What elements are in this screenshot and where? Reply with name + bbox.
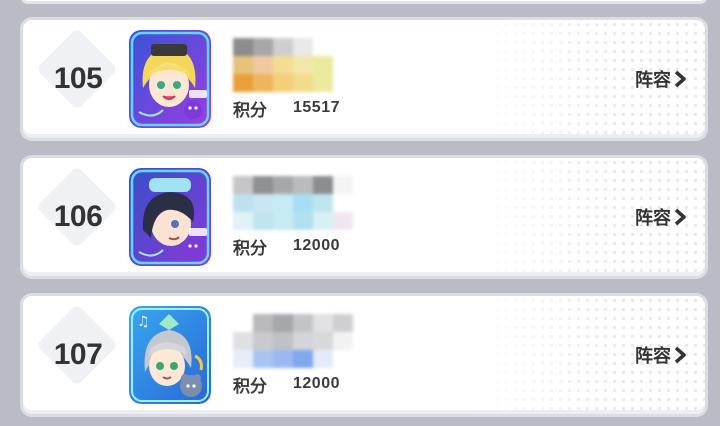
score-label: 积分 [233,239,267,259]
mosaic-cell [333,56,353,74]
mosaic-cell [313,38,333,56]
character-portrait-darkhair-icon[interactable] [129,168,211,266]
mosaic-cell [313,314,333,332]
previous-entry-card-edge [20,0,708,4]
mosaic-cell [233,194,253,212]
mosaic-cell [233,350,253,368]
lineup-label: 阵容 [635,208,671,229]
score-label: 积分 [233,101,267,121]
mosaic-cell [353,350,373,368]
mosaic-cell [353,38,373,56]
mosaic-cell [233,38,253,56]
mosaic-cell [273,74,293,92]
character-portrait-blonde-icon[interactable] [129,30,211,128]
chevron-right-icon [674,70,686,88]
svg-text:♫: ♫ [137,314,150,330]
mosaic-cell [313,56,333,74]
mosaic-cell [273,350,293,368]
view-lineup-button[interactable]: 阵容 [635,158,687,276]
chevron-right-icon [674,208,686,226]
mosaic-cell [273,314,293,332]
mosaic-cell [253,176,273,194]
mosaic-cell [293,314,313,332]
score-value: 12000 [293,237,340,254]
mosaic-cell [293,176,313,194]
mosaic-cell [353,314,373,332]
leaderboard-entry[interactable]: 106 积分 12000 阵容 [20,155,708,279]
rank-number: 106 [53,200,103,233]
leaderboard-entry[interactable]: 105 积分 15517 阵容 [20,17,708,141]
mosaic-cell [353,194,373,212]
score-label: 积分 [233,377,267,397]
mosaic-cell [293,38,313,56]
mosaic-cell [233,74,253,92]
mosaic-cell [313,74,333,92]
mosaic-cell [233,176,253,194]
mosaic-cell [233,212,253,230]
mosaic-cell [333,350,353,368]
mosaic-cell [293,56,313,74]
mosaic-cell [273,56,293,74]
character-portrait-silverhair-icon[interactable]: ♫ [129,306,211,404]
mosaic-cell [253,194,273,212]
score-value: 15517 [293,99,340,116]
mosaic-cell [353,74,373,92]
mosaic-cell [293,350,313,368]
mosaic-cell [273,194,293,212]
mosaic-cell [293,194,313,212]
mosaic-cell [253,350,273,368]
mosaic-cell [313,194,333,212]
lineup-label: 阵容 [635,70,671,91]
mosaic-cell [273,176,293,194]
mosaic-cell [313,176,333,194]
mosaic-cell [253,314,273,332]
score-value: 12000 [293,375,340,392]
mosaic-cell [273,38,293,56]
mosaic-cell [273,332,293,350]
mosaic-cell [353,212,373,230]
mosaic-cell [333,332,353,350]
leaderboard-entry[interactable]: 107 ♫ 积分 12000 阵容 [20,293,708,417]
mosaic-cell [353,332,373,350]
mosaic-cell [233,56,253,74]
blurred-player-name [233,314,373,370]
blurred-player-name [233,38,373,94]
mosaic-cell [333,74,353,92]
mosaic-cell [253,212,273,230]
lineup-label: 阵容 [635,346,671,367]
mosaic-cell [313,212,333,230]
mosaic-cell [253,56,273,74]
mosaic-cell [293,212,313,230]
mosaic-cell [313,350,333,368]
mosaic-cell [333,38,353,56]
view-lineup-button[interactable]: 阵容 [635,20,687,138]
chevron-right-icon [674,346,686,364]
rank-number: 105 [53,62,103,95]
mosaic-cell [253,38,273,56]
mosaic-cell [333,194,353,212]
mosaic-cell [273,212,293,230]
mosaic-cell [353,56,373,74]
mosaic-cell [233,332,253,350]
mosaic-cell [233,314,253,332]
mosaic-cell [253,74,273,92]
mosaic-cell [313,332,333,350]
mosaic-cell [353,176,373,194]
mosaic-cell [253,332,273,350]
mosaic-cell [333,314,353,332]
mosaic-cell [333,212,353,230]
blurred-player-name [233,176,373,232]
view-lineup-button[interactable]: 阵容 [635,296,687,414]
mosaic-cell [333,176,353,194]
mosaic-cell [293,332,313,350]
mosaic-cell [293,74,313,92]
rank-number: 107 [53,338,103,371]
